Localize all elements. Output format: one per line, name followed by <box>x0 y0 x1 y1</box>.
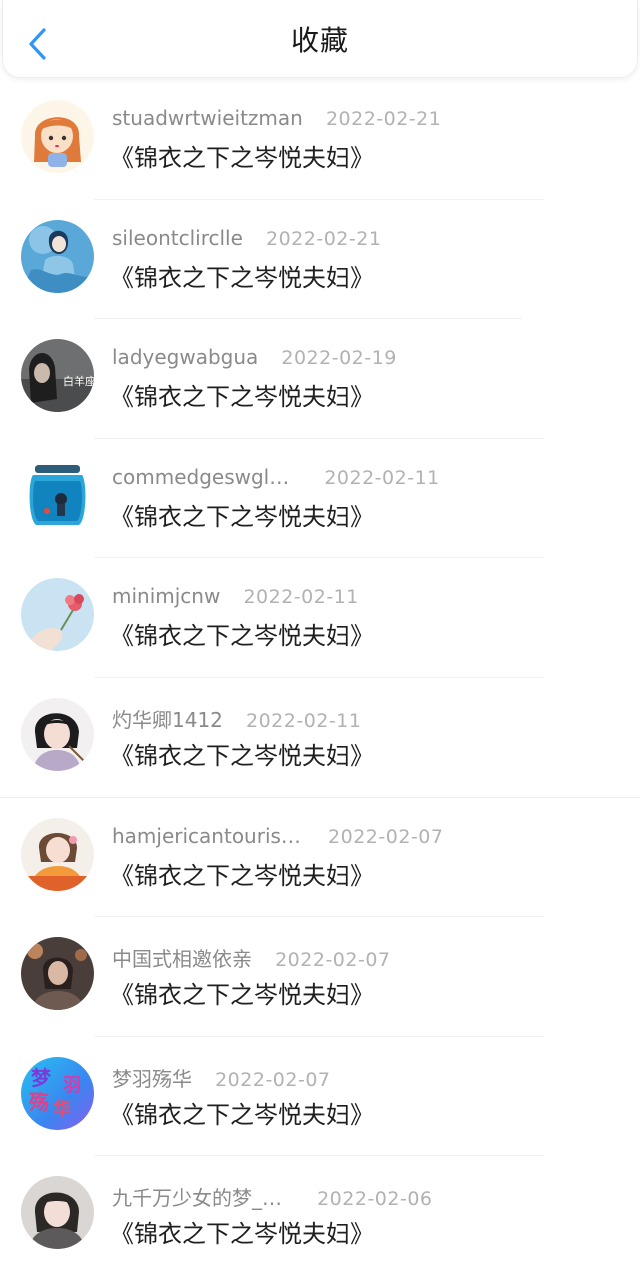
item-meta: ladyegwabgua 2022-02-19 <box>112 345 397 369</box>
avatar[interactable] <box>21 937 94 1011</box>
date: 2022-02-11 <box>243 586 359 609</box>
list-item[interactable]: stuadwrtwieitzman 2022-02-21 《锦衣之下之岑悦夫妇》 <box>0 80 640 200</box>
avatar-char: 梦 <box>31 1066 52 1090</box>
username[interactable]: 中国式相邀依亲 <box>112 943 252 972</box>
username[interactable]: sileontclirclle <box>112 226 243 250</box>
avatar[interactable] <box>21 578 94 652</box>
avatar[interactable]: 梦 羽 殇 华 <box>21 1056 94 1130</box>
book-title[interactable]: 《锦衣之下之岑悦夫妇》 <box>110 377 374 412</box>
page-title: 收藏 <box>290 23 349 57</box>
list-item[interactable]: hamjericantouris… 2022-02-07 《锦衣之下之岑悦夫妇》 <box>0 798 640 918</box>
item-meta: commedgeswgl… 2022-02-11 <box>112 465 440 489</box>
avatar-caption: 白羊座 <box>63 374 94 388</box>
username[interactable]: stuadwrtwieitzman <box>112 106 303 130</box>
item-meta: stuadwrtwieitzman 2022-02-21 <box>112 106 441 130</box>
date: 2022-02-21 <box>266 227 382 250</box>
username[interactable]: commedgeswgl… <box>112 465 289 489</box>
username[interactable]: 梦羽殇华 <box>112 1063 192 1092</box>
date: 2022-02-07 <box>275 949 391 972</box>
item-meta: 灼华卿1412 2022-02-11 <box>112 704 361 733</box>
chevron-left-icon <box>29 28 46 60</box>
book-title[interactable]: 《锦衣之下之岑悦夫妇》 <box>110 497 374 532</box>
book-title[interactable]: 《锦衣之下之岑悦夫妇》 <box>110 856 374 891</box>
list-item[interactable]: minimjcnw 2022-02-11 《锦衣之下之岑悦夫妇》 <box>0 558 640 678</box>
username[interactable]: hamjericantouris… <box>112 824 301 848</box>
avatar-char: 殇 <box>28 1090 49 1114</box>
avatar[interactable] <box>21 817 94 891</box>
back-button[interactable] <box>23 24 53 64</box>
favorites-list: stuadwrtwieitzman 2022-02-21 《锦衣之下之岑悦夫妇》… <box>0 80 640 1264</box>
book-title[interactable]: 《锦衣之下之岑悦夫妇》 <box>110 1095 374 1130</box>
username[interactable]: minimjcnw <box>112 584 220 608</box>
date: 2022-02-21 <box>325 108 442 130</box>
book-title[interactable]: 《锦衣之下之岑悦夫妇》 <box>110 1214 374 1249</box>
book-title[interactable]: 《锦衣之下之岑悦夫妇》 <box>110 258 374 293</box>
list-item[interactable]: 梦 羽 殇 华 梦羽殇华 2022-02-07 《锦衣之下之岑悦夫妇》 <box>0 1037 640 1157</box>
top-bar: 收藏 <box>2 0 638 78</box>
item-meta: sileontclirclle 2022-02-21 <box>112 226 381 250</box>
book-title[interactable]: 《锦衣之下之岑悦夫妇》 <box>110 736 374 771</box>
book-title[interactable]: 《锦衣之下之岑悦夫妇》 <box>110 975 374 1010</box>
username[interactable]: 九千万少女的梦_… <box>112 1182 282 1211</box>
list-item[interactable]: commedgeswgl… 2022-02-11 《锦衣之下之岑悦夫妇》 <box>0 439 640 559</box>
date: 2022-02-06 <box>317 1188 433 1211</box>
list-item[interactable]: 白羊座 ladyegwabgua 2022-02-19 《锦衣之下之岑悦夫妇》 <box>0 319 640 439</box>
item-meta: hamjericantouris… 2022-02-07 <box>112 824 443 848</box>
book-title[interactable]: 《锦衣之下之岑悦夫妇》 <box>110 138 374 173</box>
avatar-char: 华 <box>53 1098 71 1120</box>
list-item[interactable]: 灼华卿1412 2022-02-11 《锦衣之下之岑悦夫妇》 <box>0 678 640 798</box>
date: 2022-02-07 <box>215 1068 331 1091</box>
date: 2022-02-19 <box>281 347 397 370</box>
item-meta: 梦羽殇华 2022-02-07 <box>112 1063 331 1092</box>
avatar[interactable] <box>21 100 94 173</box>
avatar[interactable] <box>21 1176 94 1250</box>
username[interactable]: 灼华卿1412 <box>112 704 223 733</box>
avatar[interactable] <box>21 219 94 293</box>
date: 2022-02-07 <box>328 825 444 848</box>
item-meta: 九千万少女的梦_… 2022-02-06 <box>112 1182 433 1211</box>
date: 2022-02-11 <box>324 466 440 489</box>
list-item[interactable]: 中国式相邀依亲 2022-02-07 《锦衣之下之岑悦夫妇》 <box>0 917 640 1037</box>
item-meta: 中国式相邀依亲 2022-02-07 <box>112 943 391 972</box>
date: 2022-02-11 <box>246 709 362 732</box>
avatar[interactable]: 白羊座 <box>21 339 94 413</box>
list-item[interactable]: 九千万少女的梦_… 2022-02-06 《锦衣之下之岑悦夫妇》 <box>0 1156 640 1264</box>
avatar[interactable] <box>21 697 94 771</box>
username[interactable]: ladyegwabgua <box>112 345 258 369</box>
book-title[interactable]: 《锦衣之下之岑悦夫妇》 <box>110 616 374 651</box>
avatar[interactable] <box>21 458 94 532</box>
list-item[interactable]: sileontclirclle 2022-02-21 《锦衣之下之岑悦夫妇》 <box>0 200 640 320</box>
item-meta: minimjcnw 2022-02-11 <box>112 584 359 608</box>
avatar-char: 羽 <box>63 1075 81 1096</box>
